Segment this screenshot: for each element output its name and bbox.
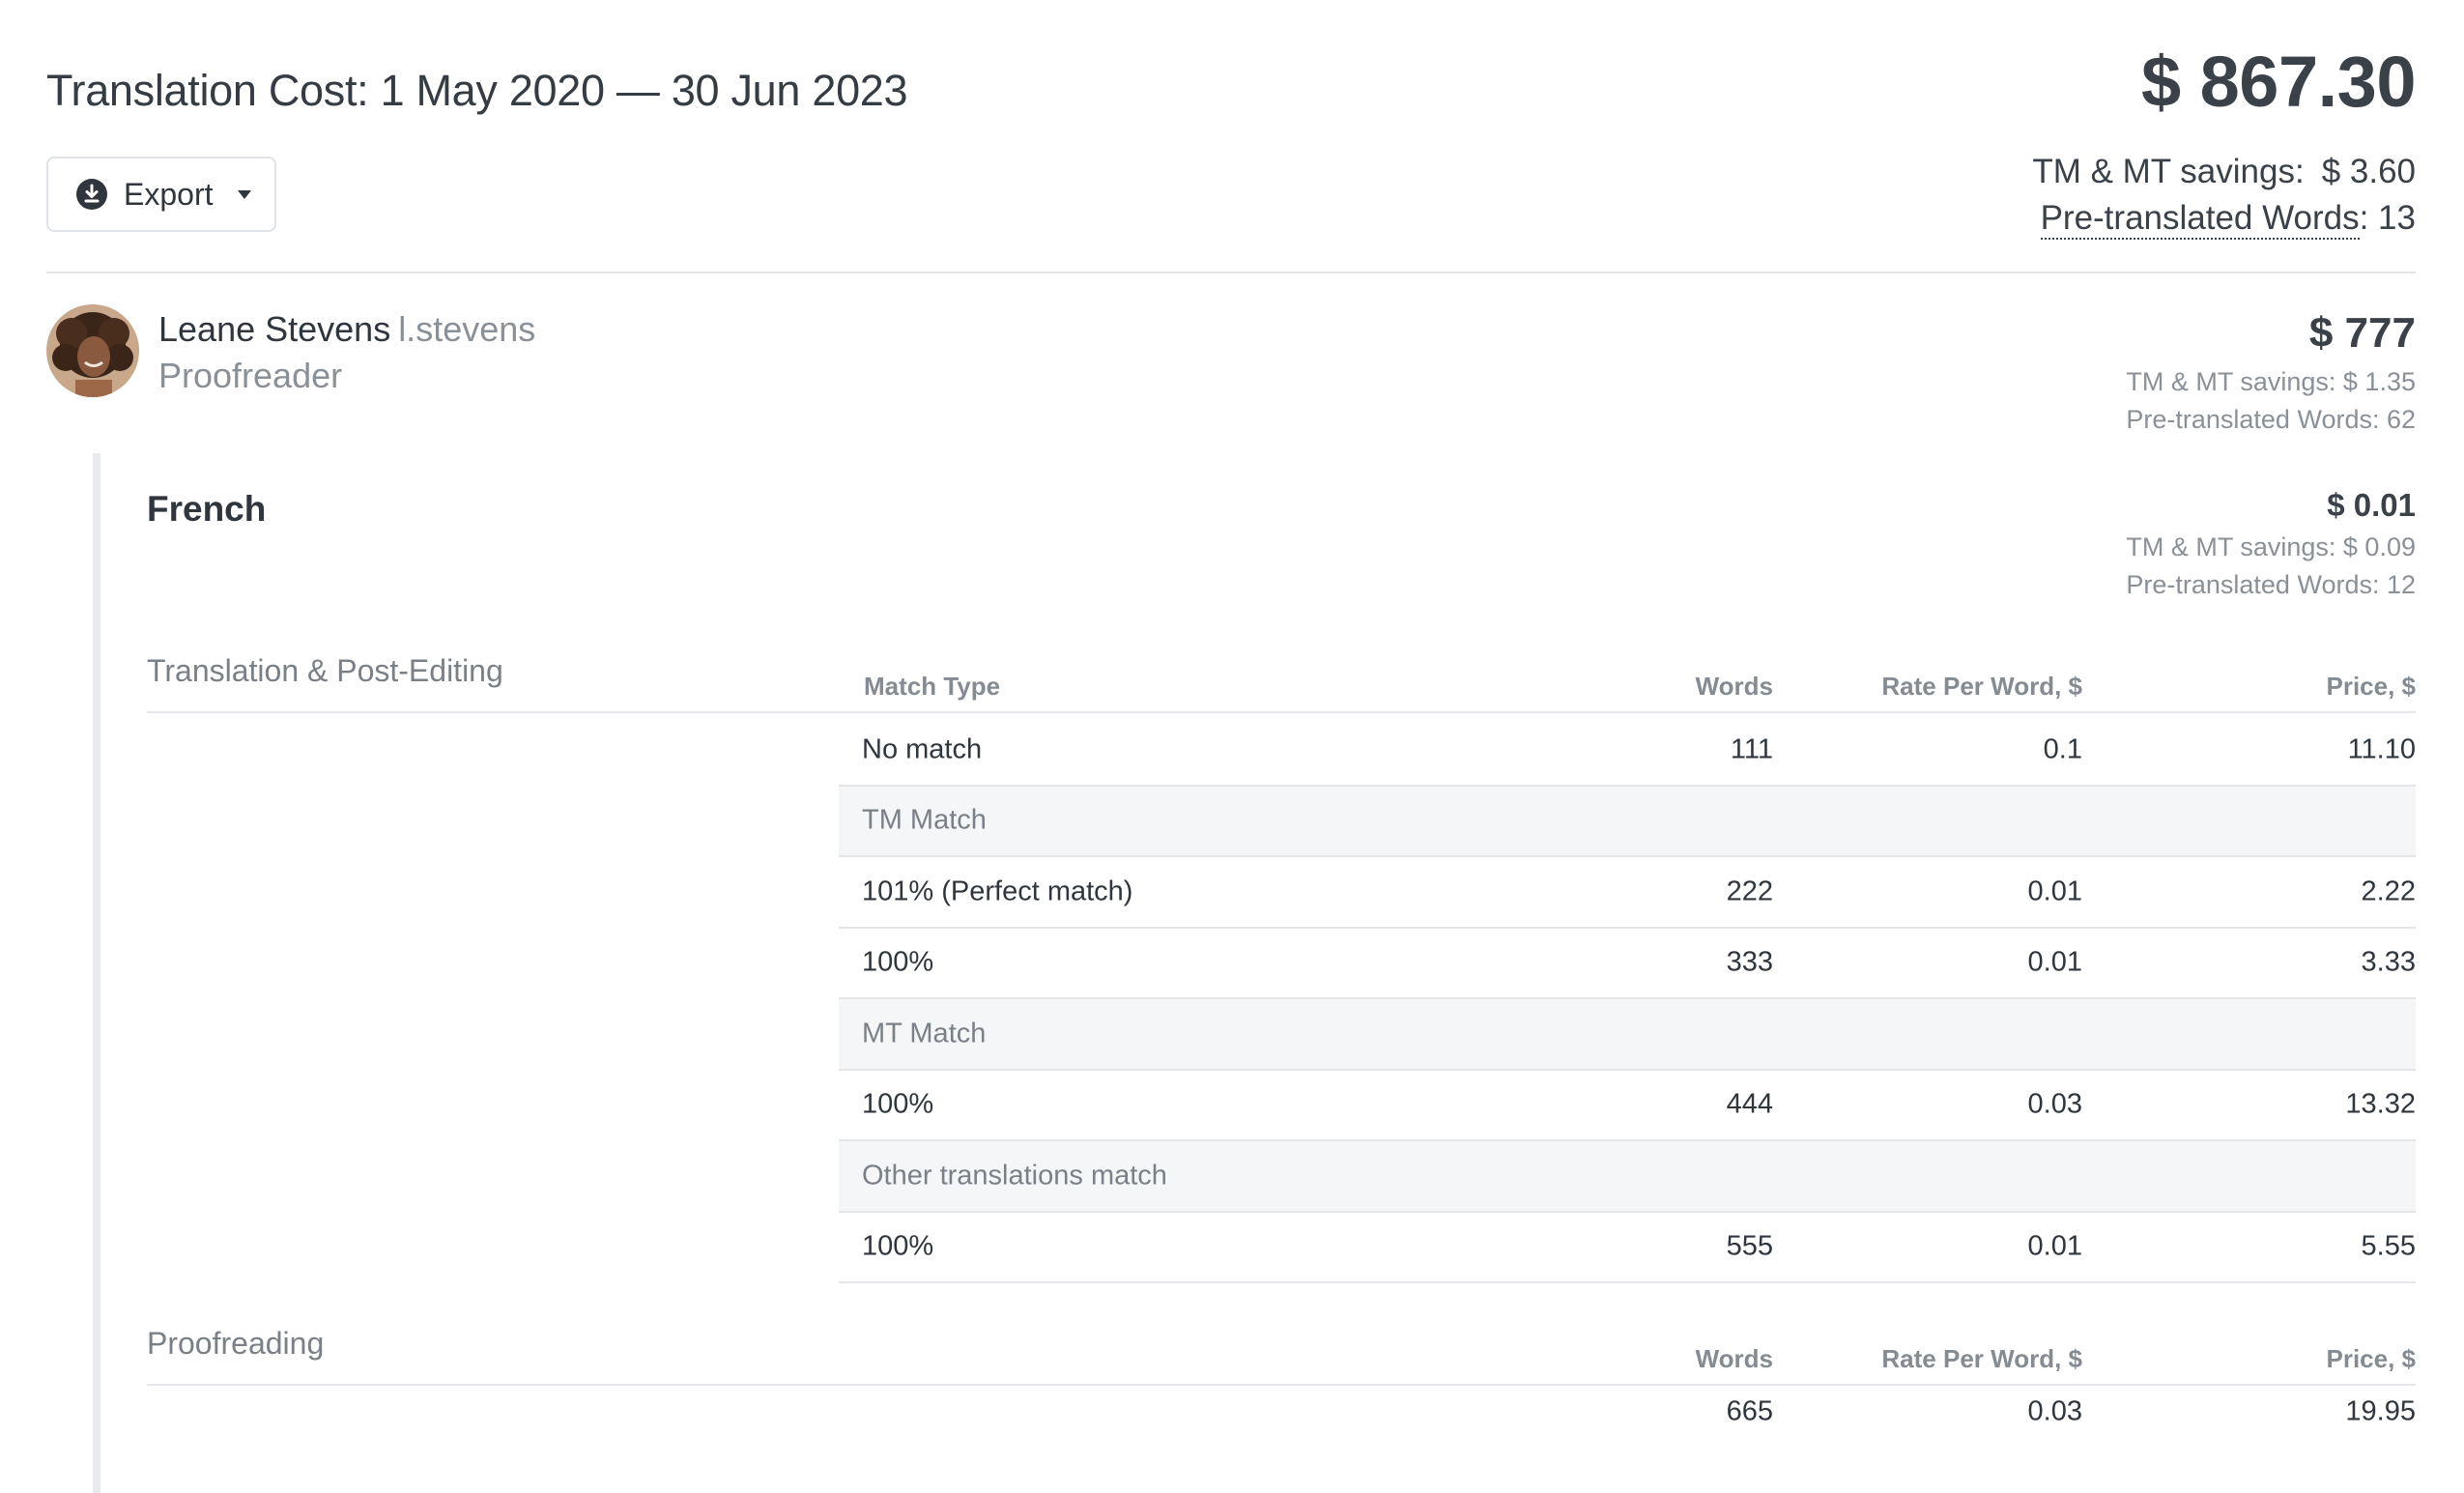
- cell-rate: 0.03: [2027, 1395, 2082, 1427]
- header-words: Words: [1695, 672, 1773, 701]
- cell-rate: 0.01: [2027, 946, 2082, 978]
- cell-words: 555: [1726, 1230, 1773, 1262]
- cell-rate: 0.1: [2043, 733, 2082, 765]
- cell-price: 11.10: [2347, 733, 2416, 765]
- cell-rate: 0.01: [2027, 876, 2082, 907]
- table-group-row: MT Match: [839, 999, 2416, 1071]
- header-divider: [46, 272, 2416, 273]
- table-row: No match 111 0.1 11.10: [839, 715, 2416, 787]
- header-price: Price, $: [2326, 1344, 2416, 1373]
- language-savings: TM & MT savings: $ 0.09: [2126, 532, 2416, 561]
- cell-words: 665: [1726, 1395, 1773, 1427]
- download-circle-icon: [76, 179, 107, 210]
- cell-words: 444: [1726, 1088, 1773, 1120]
- user-name: Leane Stevens: [158, 309, 391, 349]
- language-name: French: [147, 489, 267, 529]
- header-words: Words: [1695, 1344, 1773, 1373]
- export-button-label: Export: [124, 176, 214, 212]
- total-savings: TM & MT savings: $ 3.60: [2032, 153, 2416, 191]
- group-label: MT Match: [862, 1018, 987, 1049]
- user-login: l.stevens: [398, 309, 536, 349]
- user-pretranslated: Pre-translated Words: 62: [2126, 405, 2416, 434]
- header-rate: Rate Per Word, $: [1881, 1344, 2082, 1373]
- cell-words: 333: [1726, 946, 1773, 978]
- export-button[interactable]: Export: [46, 157, 276, 232]
- user-role: Proofreader: [158, 356, 343, 395]
- indent-bar: [93, 453, 100, 1493]
- cell-price: 13.32: [2345, 1088, 2416, 1120]
- cell-words: 222: [1726, 876, 1773, 907]
- language-total: $ 0.01: [2327, 487, 2416, 523]
- total-pretranslated-value: : 13: [2359, 199, 2416, 237]
- cell-price: 3.33: [2361, 946, 2416, 978]
- table-row: 100% 333 0.01 3.33: [839, 929, 2416, 999]
- total-pretranslated: Pre-translated Words: 13: [2040, 199, 2416, 240]
- cell-match-type: 101% (Perfect match): [862, 876, 1133, 907]
- cell-price: 2.22: [2361, 876, 2416, 907]
- user-avatar: [46, 304, 139, 397]
- user-name-row: Leane Stevens l.stevens: [158, 309, 535, 350]
- header-price: Price, $: [2326, 672, 2416, 701]
- translation-table-body: No match 111 0.1 11.10 TM Match 101% (Pe…: [839, 715, 2416, 1283]
- cell-match-type: No match: [862, 733, 983, 765]
- group-label: Other translations match: [862, 1160, 1167, 1192]
- page-title: Translation Cost: 1 May 2020 — 30 Jun 20…: [46, 66, 908, 115]
- cell-price: 19.95: [2345, 1395, 2416, 1427]
- user-total: $ 777: [2308, 309, 2416, 357]
- table-row: 100% 555 0.01 5.55: [839, 1213, 2416, 1283]
- header-rate: Rate Per Word, $: [1881, 672, 2082, 701]
- proofreading-row: 665 0.03 19.95: [147, 1378, 2416, 1446]
- translation-cost-report: Translation Cost: 1 May 2020 — 30 Jun 20…: [0, 0, 2464, 1493]
- total-amount: $ 867.30: [2140, 42, 2417, 122]
- cell-rate: 0.03: [2027, 1088, 2082, 1120]
- cell-price: 5.55: [2361, 1230, 2416, 1262]
- cell-words: 111: [1730, 733, 1773, 765]
- total-savings-label: TM & MT savings:: [2032, 153, 2305, 190]
- table-row: 101% (Perfect match) 222 0.01 2.22: [839, 857, 2416, 929]
- cell-match-type: 100%: [862, 946, 934, 978]
- language-pretranslated: Pre-translated Words: 12: [2126, 570, 2416, 599]
- cell-match-type: 100%: [862, 1088, 934, 1120]
- translation-table-header: Match Type Words Rate Per Word, $ Price,…: [147, 646, 2416, 713]
- table-group-row: TM Match: [839, 786, 2416, 857]
- header-match-type: Match Type: [864, 672, 1001, 701]
- caret-down-icon: [238, 189, 252, 199]
- proofreading-table-header: Words Rate Per Word, $ Price, $: [147, 1318, 2416, 1386]
- table-group-row: Other translations match: [839, 1141, 2416, 1213]
- table-row: 100% 444 0.03 13.32: [839, 1071, 2416, 1141]
- cell-rate: 0.01: [2027, 1230, 2082, 1262]
- group-label: TM Match: [862, 804, 987, 836]
- cell-match-type: 100%: [862, 1230, 934, 1262]
- pretranslated-words-link[interactable]: Pre-translated Words: [2040, 199, 2360, 240]
- user-savings: TM & MT savings: $ 1.35: [2126, 367, 2416, 396]
- total-savings-value: $ 3.60: [2321, 153, 2416, 190]
